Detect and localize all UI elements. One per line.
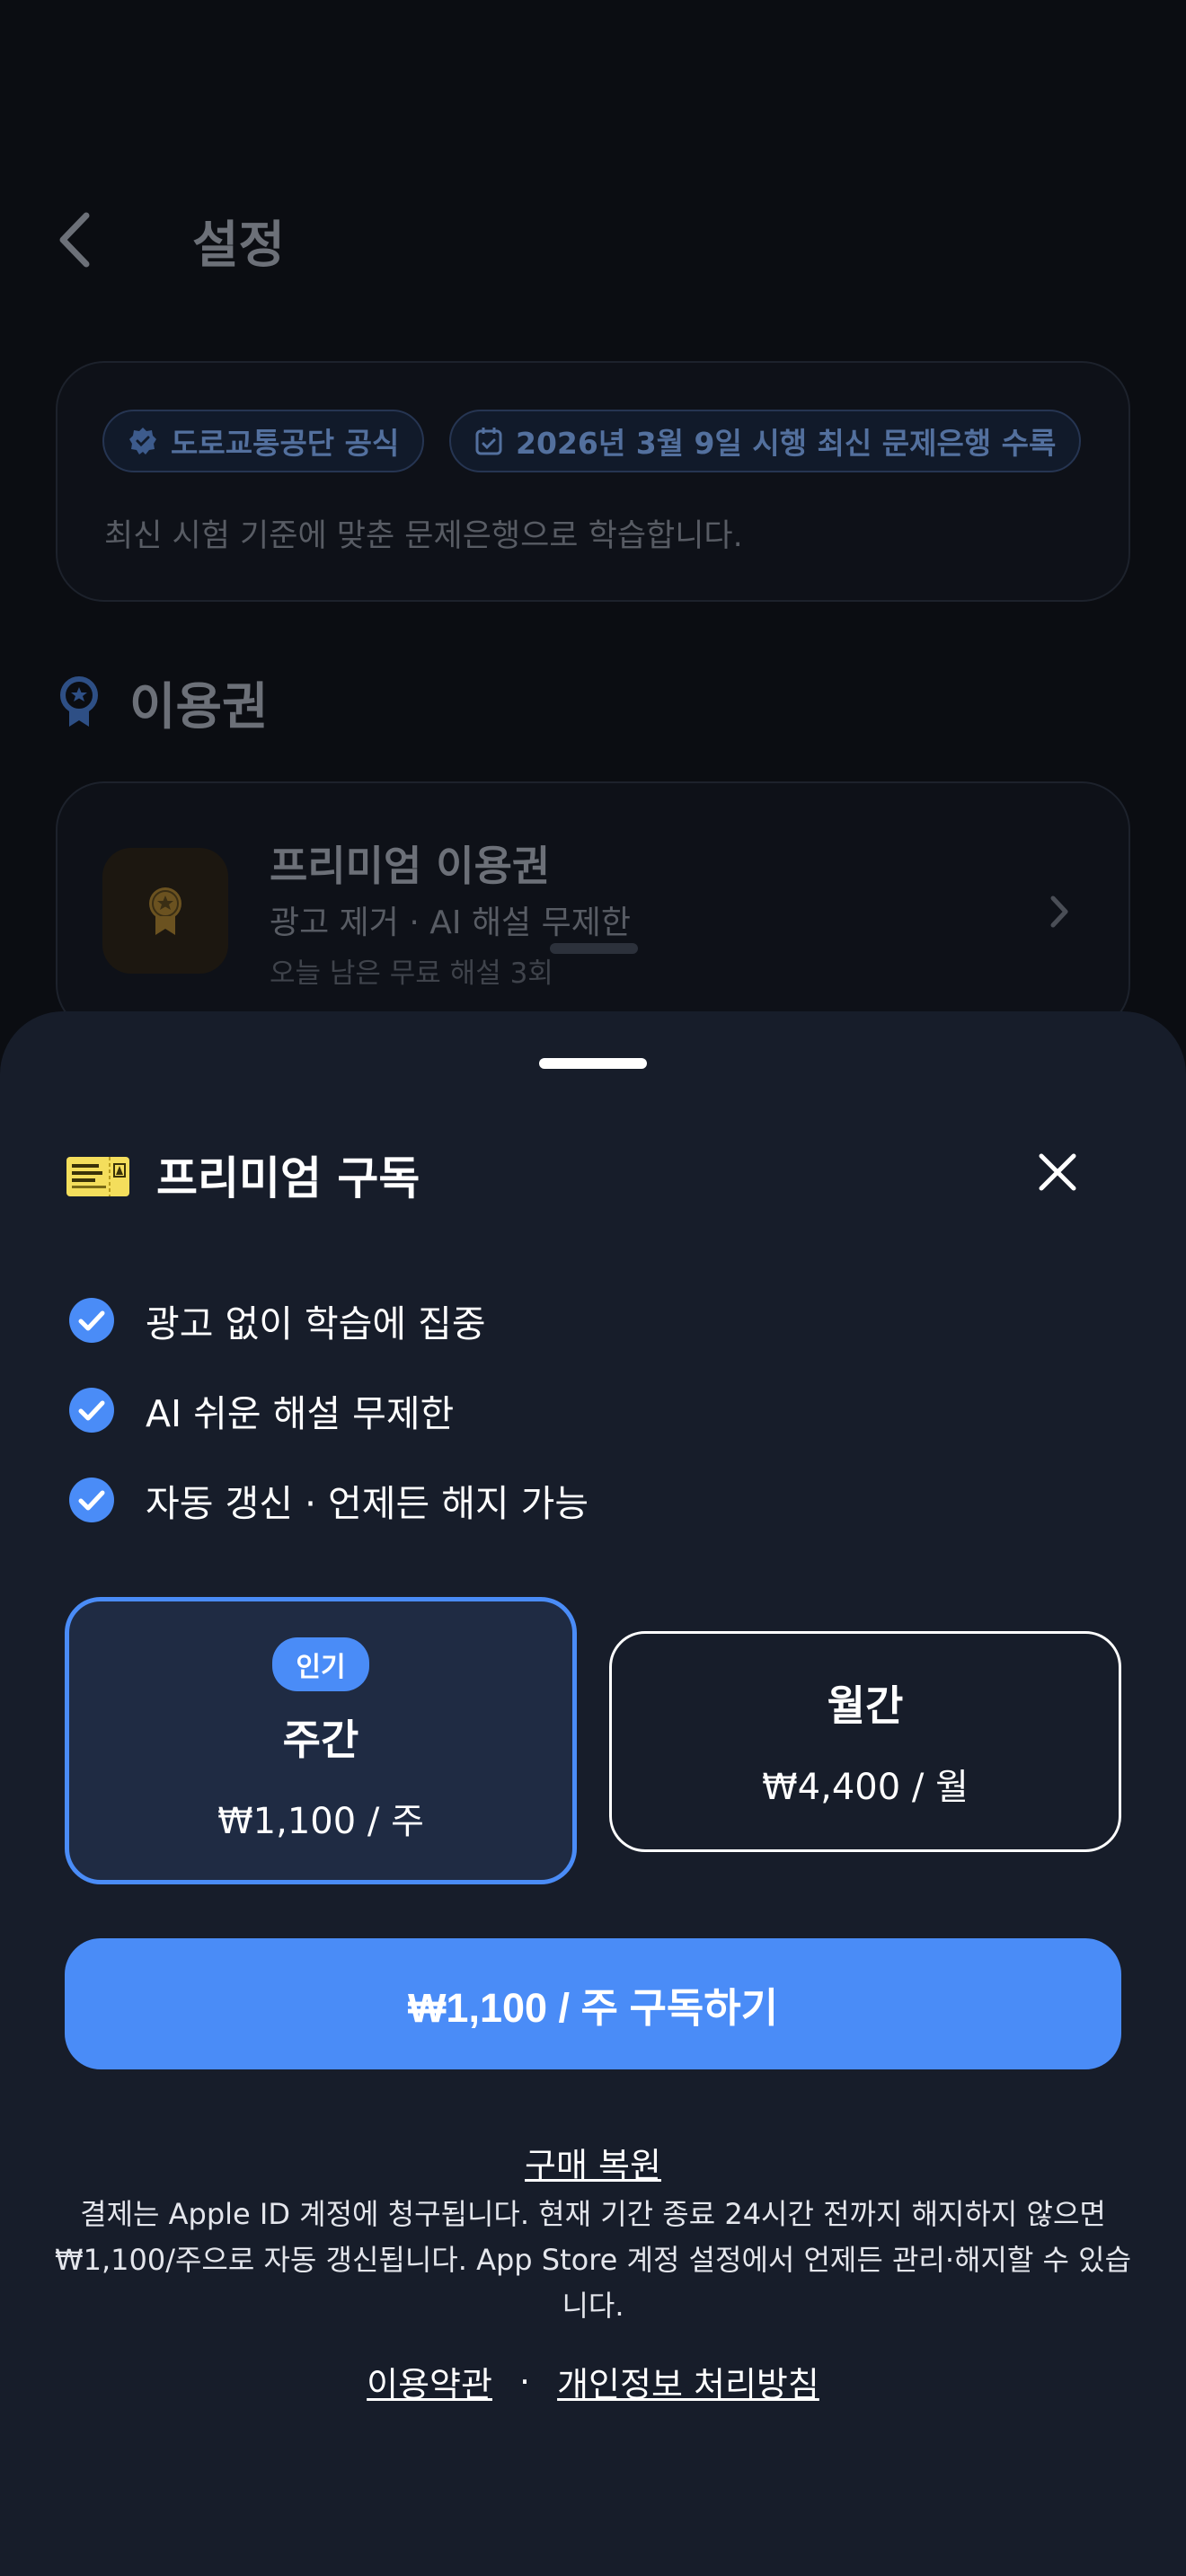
plan-name: 월간 [827, 1681, 904, 1730]
policy-links: 이용약관 · 개인정보 처리방침 [0, 2357, 1186, 2406]
link-separator: · [518, 2361, 531, 2402]
plan-name: 주간 [282, 1716, 359, 1764]
plan-monthly-option[interactable]: 월간 ₩4,400 / 월 [609, 1631, 1121, 1852]
feature-item: AI 쉬운 해설 무제한 [68, 1383, 454, 1437]
official-chip-label: 도로교통공단 공식 [171, 426, 400, 461]
plan-price: ₩4,400 / 월 [762, 1767, 969, 1808]
date-chip: 2026년 3월 9일 시행 최신 문제은행 수록 [449, 410, 1082, 472]
verified-badge-icon [129, 428, 156, 454]
official-chip: 도로교통공단 공식 [102, 410, 425, 472]
scroll-indicator [550, 943, 638, 954]
plan-weekly-option[interactable]: 인기 주간 ₩1,100 / 주 [65, 1597, 577, 1884]
ribbon-badge-icon [58, 675, 101, 729]
page-title: 설정 [192, 216, 286, 275]
premium-card-title: 프리미엄 이용권 [270, 842, 551, 890]
feature-label: 광고 없이 학습에 집중 [146, 1302, 486, 1345]
sheet-title: 프리미엄 구독 [156, 1152, 420, 1204]
legal-notice: 결제는 Apple ID 계정에 청구됩니다. 현재 기간 종료 24시간 전까… [54, 2197, 1132, 2323]
subscribe-button[interactable]: ₩1,100 / 주 구독하기 [65, 1938, 1121, 2069]
feature-label: AI 쉬운 해설 무제한 [146, 1392, 455, 1435]
notice-card: 도로교통공단 공식 2026년 3월 9일 시행 최신 문제은행 수록 최신 시… [56, 361, 1130, 602]
restore-purchase-link[interactable]: 구매 복원 [525, 2146, 661, 2185]
popular-badge: 인기 [272, 1637, 369, 1691]
feature-label: 자동 갱신 · 언제든 해지 가능 [146, 1482, 589, 1525]
premium-medal-icon [102, 848, 228, 974]
premium-card-remaining: 오늘 남은 무료 해설 3회 [270, 957, 553, 990]
premium-pass-card[interactable]: 프리미엄 이용권 광고 제거 · AI 해설 무제한 오늘 남은 무료 해설 3… [56, 781, 1130, 1033]
close-icon[interactable] [1033, 1148, 1082, 1196]
subscription-sheet: 프리미엄 구독 광고 없이 학습에 집중 AI 쉬운 해설 무제한 자동 갱신 … [0, 1011, 1186, 2576]
restore-purchase-row: 구매 복원 [0, 2138, 1186, 2187]
plan-price: ₩1,100 / 주 [217, 1801, 424, 1842]
back-chevron-icon[interactable] [52, 208, 102, 271]
privacy-policy-link[interactable]: 개인정보 처리방침 [557, 2357, 819, 2406]
chevron-right-icon [1046, 889, 1073, 934]
date-chip-label: 2026년 3월 9일 시행 최신 문제은행 수록 [516, 426, 1057, 461]
sheet-grabber[interactable] [539, 1058, 647, 1069]
notice-description: 최신 시험 기준에 맞춘 문제은행으로 학습합니다. [104, 518, 743, 554]
terms-link[interactable]: 이용약관 [367, 2357, 492, 2406]
calendar-check-icon [475, 428, 502, 455]
feature-item: 자동 갱신 · 언제든 해지 가능 [68, 1473, 589, 1527]
section-title: 이용권 [129, 678, 269, 737]
premium-card-subtitle: 광고 제거 · AI 해설 무제한 [270, 904, 631, 941]
check-circle-icon [69, 1388, 114, 1433]
ticket-icon [65, 1153, 131, 1200]
check-circle-icon [69, 1298, 114, 1343]
feature-item: 광고 없이 학습에 집중 [68, 1293, 486, 1347]
check-circle-icon [69, 1478, 114, 1522]
